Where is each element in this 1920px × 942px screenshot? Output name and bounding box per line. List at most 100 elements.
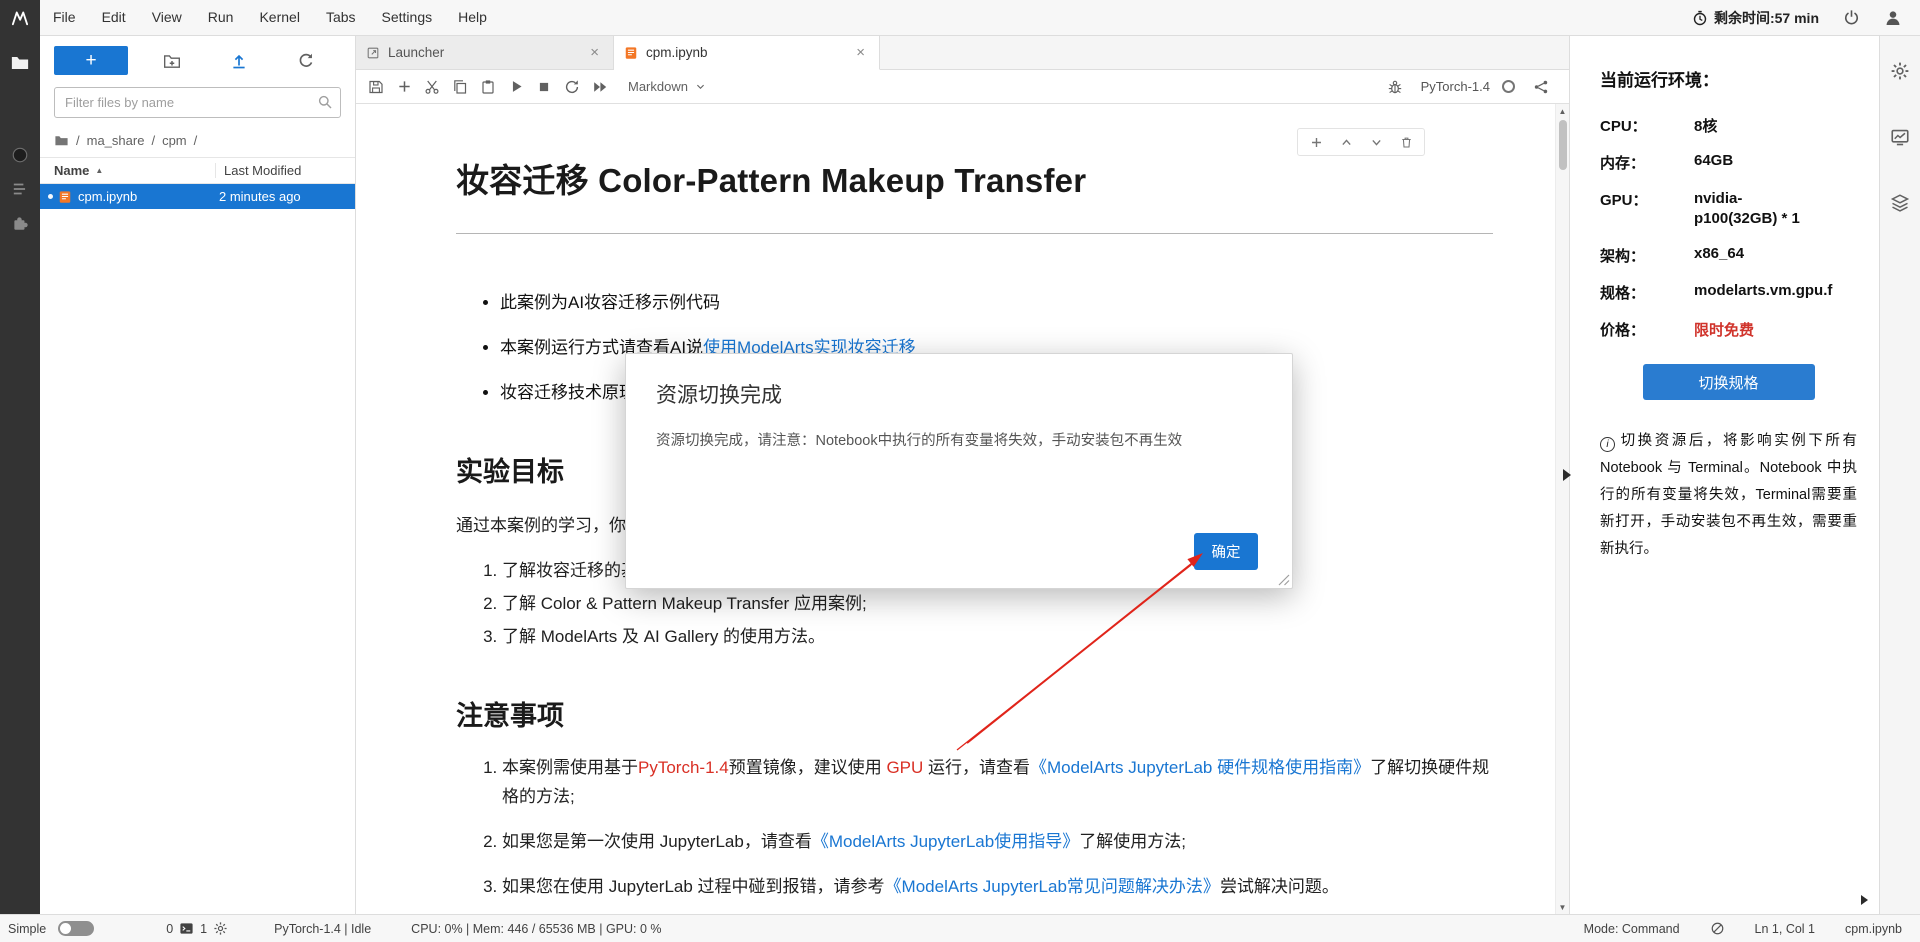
list-item: 本案例需使用基于PyTorch-1.4预置镜像，建议使用 GPU 运行，请查看《…: [502, 753, 1493, 811]
breadcrumb-ma-share[interactable]: ma_share: [87, 133, 145, 148]
env-label-memory: 内存：: [1600, 155, 1646, 172]
file-filter-input[interactable]: [54, 87, 341, 118]
tab-launcher-close-icon[interactable]: ×: [586, 43, 603, 62]
kernel-status-indicator[interactable]: PyTorch-1.4 | Idle: [274, 922, 371, 936]
menu-settings[interactable]: Settings: [369, 0, 446, 35]
upload-button[interactable]: [230, 52, 248, 70]
remaining-time-label: 剩余时间:57 min: [1713, 9, 1819, 26]
run-cell-button[interactable]: [502, 74, 530, 100]
status-bar: Simple 0 1 PyTorch-1.4 | Idle CPU: 0% | …: [0, 914, 1920, 942]
menu-tabs[interactable]: Tabs: [313, 0, 369, 35]
title-divider: [456, 233, 1493, 234]
launcher-icon: [367, 47, 379, 58]
notifications-off-icon[interactable]: [1710, 921, 1725, 936]
right-panel-collapse-handle[interactable]: [1563, 469, 1571, 481]
menu-view[interactable]: View: [139, 0, 195, 35]
cell-delete-button[interactable]: [1397, 133, 1415, 151]
menu-run[interactable]: Run: [195, 0, 247, 35]
interrupt-kernel-button[interactable]: [530, 74, 558, 100]
env-value-cpu: 8核: [1694, 118, 1718, 135]
home-folder-icon[interactable]: [54, 133, 69, 148]
cut-icon: [425, 80, 439, 94]
clock-icon: [1693, 10, 1707, 25]
save-button[interactable]: [362, 74, 390, 100]
restart-run-all-button[interactable]: [586, 74, 614, 100]
file-row-selected[interactable]: cpm.ipynb 2 minutes ago: [40, 184, 355, 209]
env-value-flavor: modelarts.vm.gpu.f: [1694, 282, 1833, 299]
menu-edit[interactable]: Edit: [89, 0, 139, 35]
right-tab-resource-monitor[interactable]: [1887, 124, 1913, 150]
copy-icon: [454, 79, 467, 94]
notebook-file-icon: [625, 46, 637, 59]
new-folder-button[interactable]: [163, 52, 181, 70]
dialog-ok-button[interactable]: 确定: [1194, 533, 1258, 570]
column-header-name[interactable]: Name ▲: [54, 163, 215, 178]
chevron-up-icon: [1341, 138, 1351, 145]
menu-file[interactable]: File: [40, 0, 89, 35]
bullet-3-text: 妆容迁移技术原理: [500, 383, 636, 402]
file-list-header: Name ▲ Last Modified: [40, 157, 355, 184]
column-header-last-modified[interactable]: Last Modified: [215, 163, 345, 178]
breadcrumb-separator: /: [151, 133, 156, 148]
note-1-text: 预置镜像，建议使用: [728, 758, 887, 777]
refresh-button[interactable]: [297, 52, 315, 70]
restart-kernel-button[interactable]: [558, 74, 586, 100]
hardware-guide-link[interactable]: 《ModelArts JupyterLab 硬件规格使用指南》: [1030, 758, 1370, 777]
scrollbar-thumb[interactable]: [1558, 120, 1567, 170]
gear-icon: [1891, 62, 1909, 80]
folder-icon: [11, 57, 29, 69]
right-tab-settings[interactable]: [1887, 58, 1913, 84]
plus-icon: [398, 81, 410, 92]
sidebar-tab-filebrowser[interactable]: [6, 49, 34, 77]
cell-move-down-button[interactable]: [1367, 133, 1385, 151]
dialog-title: 资源切换完成: [656, 384, 782, 407]
fast-forward-icon: [594, 81, 607, 92]
cell-insert-button[interactable]: [1307, 133, 1325, 151]
insert-cell-button[interactable]: [390, 74, 418, 100]
toggle-knob: [60, 923, 72, 934]
cell-type-dropdown[interactable]: Markdown: [628, 79, 706, 94]
dialog-resize-handle[interactable]: [1278, 574, 1290, 586]
resource-monitor-icon: [1891, 129, 1909, 146]
env-label-arch: 架构：: [1600, 248, 1646, 265]
new-launcher-button[interactable]: +: [54, 46, 128, 75]
menu-help[interactable]: Help: [445, 0, 500, 35]
copy-cell-button[interactable]: [446, 74, 474, 100]
tab-notebook-cpm[interactable]: cpm.ipynb ×: [614, 36, 880, 70]
command-mode-indicator: Mode: Command: [1583, 921, 1680, 936]
share-button[interactable]: [1527, 74, 1555, 100]
switch-flavor-button[interactable]: 切换规格: [1642, 364, 1815, 400]
tab-launcher[interactable]: Launcher ×: [356, 36, 614, 69]
right-tab-layers[interactable]: [1887, 190, 1913, 216]
kernel-name-indicator[interactable]: PyTorch-1.4: [1421, 79, 1490, 94]
bottom-right-expand-handle[interactable]: [1861, 895, 1868, 905]
env-label-cpu: CPU：: [1600, 118, 1647, 135]
scrollbar-down-arrow[interactable]: ▼: [1556, 900, 1569, 914]
tab-notebook-close-icon[interactable]: ×: [852, 43, 869, 62]
power-button[interactable]: [1843, 9, 1860, 26]
cut-cell-button[interactable]: [418, 74, 446, 100]
note-2-text: 了解使用方法;: [1079, 832, 1186, 851]
sidebar-tab-extensions[interactable]: [6, 209, 34, 237]
paste-cell-button[interactable]: [474, 74, 502, 100]
session-counts[interactable]: 0 1: [166, 921, 228, 936]
faq-link[interactable]: 《ModelArts JupyterLab常见问题解决办法》: [885, 877, 1220, 896]
dialog-body-text: 资源切换完成，请注意：Notebook中执行的所有变量将失效，手动安装包不再生效: [656, 433, 1183, 449]
menu-items: File Edit View Run Kernel Tabs Settings …: [40, 0, 500, 35]
sidebar-tab-toc[interactable]: [6, 175, 34, 203]
jupyterlab-guide-link[interactable]: 《ModelArts JupyterLab使用指导》: [812, 832, 1079, 851]
user-button[interactable]: [1884, 9, 1902, 27]
environment-note-text: 切换资源后，将影响实例下所有Notebook 与 Terminal。Notebo…: [1600, 433, 1857, 557]
list-item: 如果您在使用 JupyterLab 过程中碰到报错，请参考《ModelArts …: [502, 872, 1493, 901]
sidebar-tab-running[interactable]: [6, 141, 34, 169]
column-name-label: Name: [54, 163, 90, 178]
active-file-indicator: cpm.ipynb: [1845, 921, 1902, 936]
breadcrumb-cpm[interactable]: cpm: [162, 133, 187, 148]
scrollbar-up-arrow[interactable]: ▲: [1556, 104, 1569, 118]
kernel-status-idle-icon[interactable]: [1502, 80, 1515, 93]
cell-move-up-button[interactable]: [1337, 133, 1355, 151]
debugger-button[interactable]: [1381, 74, 1409, 100]
menu-kernel[interactable]: Kernel: [246, 0, 312, 35]
simple-mode-toggle[interactable]: [58, 921, 95, 936]
tab-notebook-label: cpm.ipynb: [646, 45, 708, 60]
